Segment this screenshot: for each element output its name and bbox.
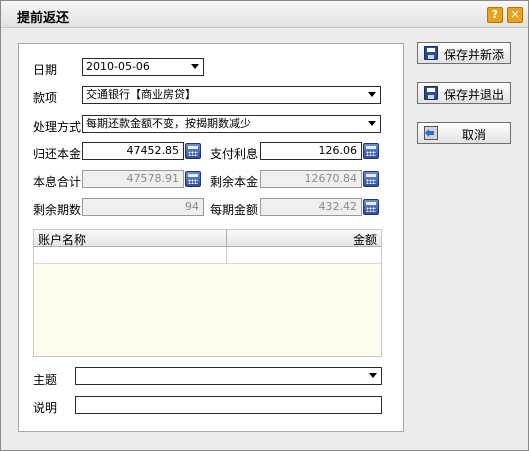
chevron-down-icon [369, 373, 377, 378]
item-label: 款项 [33, 91, 58, 105]
per-period-field: 432.42 [260, 198, 362, 216]
return-principal-input[interactable]: 47452.85 [82, 142, 184, 160]
date-dropdown[interactable]: 2010-05-06 [82, 58, 204, 76]
per-period-label: 每期金额 [210, 203, 259, 217]
account-grid[interactable]: 账户名称 金额 [33, 229, 382, 357]
date-value: 2010-05-06 [86, 60, 150, 73]
chevron-down-icon [368, 121, 376, 126]
cancel-label: 取消 [461, 128, 486, 142]
subject-label: 主题 [33, 373, 58, 387]
note-input[interactable] [75, 396, 382, 414]
save-new-label: 保存并新添 [443, 48, 504, 62]
cancel-button[interactable]: 取消 [417, 122, 511, 144]
return-principal-label: 归还本金 [33, 147, 82, 161]
note-label: 说明 [33, 401, 58, 415]
remaining-principal-label: 剩余本金 [210, 175, 259, 189]
column-amount[interactable]: 金额 [353, 231, 377, 248]
method-value: 每期还款金额不变，按揭期数减少 [86, 117, 251, 130]
remaining-periods-label: 剩余期数 [33, 203, 82, 217]
item-value: 交通银行【商业房贷】 [86, 88, 196, 101]
interest-label: 支付利息 [210, 147, 259, 161]
calculator-icon[interactable] [185, 171, 201, 187]
item-dropdown[interactable]: 交通银行【商业房贷】 [82, 86, 381, 104]
subject-dropdown[interactable] [75, 367, 382, 385]
calculator-icon[interactable] [363, 143, 379, 159]
interest-input[interactable]: 126.06 [260, 142, 362, 160]
window-title: 提前返还 [17, 11, 70, 26]
total-field: 47578.91 [82, 170, 184, 188]
title-bar: 提前返还 ? ✕ [1, 1, 528, 28]
method-label: 处理方式 [33, 120, 82, 134]
method-dropdown[interactable]: 每期还款金额不变，按揭期数减少 [82, 115, 381, 133]
calculator-icon[interactable] [185, 143, 201, 159]
dialog-window: 提前返还 ? ✕ 日期 2010-05-06 款项 交通银行【商业房贷】 处理方… [0, 0, 529, 451]
grid-header: 账户名称 金额 [34, 230, 381, 247]
chevron-down-icon [368, 92, 376, 97]
cell-divider [226, 247, 227, 263]
save-disk-icon [424, 86, 438, 100]
total-label: 本息合计 [33, 175, 82, 189]
calculator-icon[interactable] [363, 171, 379, 187]
exit-door-icon [424, 126, 438, 140]
calculator-icon[interactable] [363, 199, 379, 215]
remaining-periods-field: 94 [82, 198, 204, 216]
save-exit-label: 保存并退出 [443, 88, 504, 102]
remaining-principal-field: 12670.84 [260, 170, 362, 188]
save-new-button[interactable]: 保存并新添 [417, 42, 511, 64]
column-account-name[interactable]: 账户名称 [38, 231, 86, 248]
table-row[interactable] [34, 247, 381, 264]
help-icon[interactable]: ? [487, 7, 503, 23]
save-exit-button[interactable]: 保存并退出 [417, 82, 511, 104]
date-label: 日期 [33, 63, 58, 77]
chevron-down-icon [191, 64, 199, 69]
column-divider [226, 230, 227, 246]
save-disk-icon [424, 46, 438, 60]
close-icon[interactable]: ✕ [507, 7, 523, 23]
